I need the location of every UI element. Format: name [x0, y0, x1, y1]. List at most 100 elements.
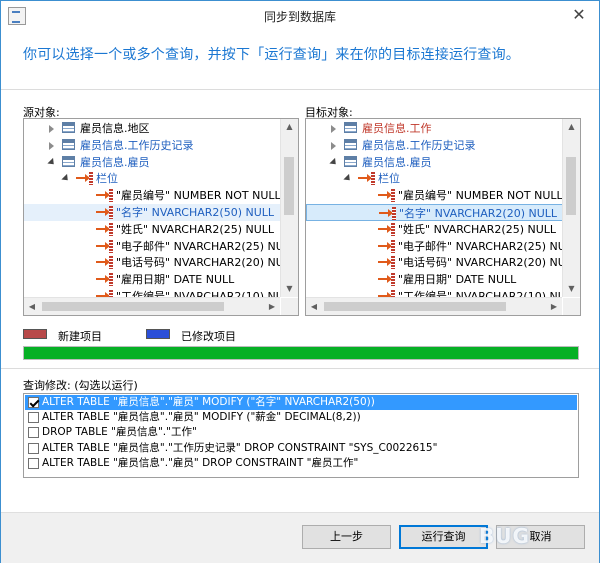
tree-row-label: 雇员信息.工作历史记录	[362, 138, 476, 152]
tree-row[interactable]: "雇员编号" NUMBER NOT NULL	[24, 187, 280, 204]
source-horizontal-scrollbar[interactable]: ◀ ▶	[24, 297, 280, 315]
tree-row-label: 雇员信息.工作历史记录	[80, 138, 194, 152]
column-icon	[378, 239, 396, 253]
query-checkbox[interactable]	[28, 427, 39, 439]
tree-row-label: "雇员编号" NUMBER NOT NULL	[116, 189, 280, 203]
run-query-button[interactable]: 运行查询	[399, 525, 488, 549]
tree-row[interactable]: 栏位	[306, 170, 562, 187]
query-text: ALTER TABLE "雇员信息"."雇员" MODIFY ("名字" NVA…	[42, 396, 375, 408]
tree-row-label: "名字" NVARCHAR2(20) NULL	[399, 207, 558, 220]
query-checkbox[interactable]	[28, 397, 39, 408]
query-text: DROP TABLE "雇员信息"."工作"	[42, 426, 197, 439]
tree-row[interactable]: "名字" NVARCHAR2(50) NULL	[24, 204, 280, 221]
scroll-thumb[interactable]	[324, 302, 506, 311]
scroll-left-icon[interactable]: ◀	[306, 298, 322, 315]
source-tree[interactable]: 雇员信息.地区雇员信息.工作历史记录 雇员信息.雇员栏位 "雇员编号" NUMBER…	[23, 118, 299, 316]
tree-row[interactable]: "姓氏" NVARCHAR2(25) NULL	[306, 221, 562, 238]
scroll-up-icon[interactable]: ▲	[281, 119, 298, 135]
modified-item-swatch	[146, 329, 170, 339]
query-checkbox[interactable]	[28, 457, 39, 469]
collapse-arrow-icon[interactable]	[344, 175, 352, 183]
expand-arrow-icon[interactable]	[48, 141, 56, 150]
scroll-down-icon[interactable]: ▼	[281, 281, 298, 297]
tree-row[interactable]: "名字" NVARCHAR2(20) NULL	[306, 204, 562, 221]
query-text: ALTER TABLE "雇员信息"."工作历史记录" DROP CONSTRA…	[42, 441, 438, 454]
tree-row[interactable]: "雇员编号" NUMBER NOT NULL	[306, 187, 562, 204]
scroll-thumb[interactable]	[42, 302, 224, 311]
close-icon[interactable]: ✕	[569, 5, 589, 25]
collapse-arrow-icon[interactable]	[330, 159, 338, 167]
tree-row-label: 雇员信息.雇员	[80, 155, 150, 169]
collapse-arrow-icon[interactable]	[48, 159, 56, 167]
target-tree[interactable]: 雇员信息.工作雇员信息.工作历史记录雇员信息.雇员 栏位 "雇员编号" NUMBER…	[305, 118, 581, 316]
tree-row-label: "雇员编号" NUMBER NOT NULL	[398, 189, 562, 203]
tree-row-label: "名字" NVARCHAR2(50) NULL	[116, 206, 275, 219]
new-item-label: 新建项目	[58, 330, 102, 343]
column-icon	[379, 207, 397, 220]
tree-row[interactable]: "工作编号" NVARCHAR2(10) NULL	[24, 288, 280, 297]
target-tree-rows: 雇员信息.工作雇员信息.工作历史记录雇员信息.雇员 栏位 "雇员编号" NUMBER…	[306, 119, 562, 297]
query-row[interactable]: DROP TABLE "雇员信息"."工作"	[25, 425, 577, 440]
tree-row[interactable]: "电话号码" NVARCHAR2(20) NULL	[24, 254, 280, 271]
tree-row[interactable]: 雇员信息.雇员	[24, 154, 280, 171]
tree-row[interactable]: 雇员信息.工作	[306, 120, 562, 137]
tree-row-label: 雇员信息.地区	[80, 122, 150, 135]
progress-fill	[24, 347, 578, 359]
query-row[interactable]: ALTER TABLE "雇员信息"."工作历史记录" DROP CONSTRA…	[25, 441, 577, 456]
expand-arrow-icon[interactable]	[48, 125, 56, 133]
query-checkbox[interactable]	[28, 442, 39, 454]
tree-row-label: 栏位	[96, 172, 118, 186]
tree-row[interactable]: "雇用日期" DATE NULL	[24, 271, 280, 288]
tree-row[interactable]: 雇员信息.地区	[24, 120, 280, 137]
tree-row-label: "雇用日期" DATE NULL	[398, 273, 517, 287]
scroll-thumb[interactable]	[566, 157, 576, 215]
scroll-right-icon[interactable]: ▶	[546, 298, 562, 315]
tree-row-label: "工作编号" NVARCHAR2(10) NULL	[398, 290, 562, 297]
column-icon	[378, 222, 396, 236]
query-row[interactable]: ALTER TABLE "雇员信息"."雇员" MODIFY ("薪金" DEC…	[25, 410, 577, 425]
collapse-arrow-icon[interactable]	[62, 175, 70, 183]
query-checkbox[interactable]	[28, 412, 39, 424]
queries-label: 查询修改: (勾选以运行)	[23, 379, 138, 392]
expand-arrow-icon[interactable]	[330, 125, 338, 133]
columns-folder-icon	[76, 172, 94, 186]
table-icon	[344, 122, 357, 133]
tree-row[interactable]: "电子邮件" NVARCHAR2(25) NULL	[24, 238, 280, 255]
target-horizontal-scrollbar[interactable]: ◀ ▶	[306, 297, 562, 315]
query-row[interactable]: ALTER TABLE "雇员信息"."雇员" MODIFY ("名字" NVA…	[25, 395, 577, 410]
title-bar: 同步到数据库 ✕	[1, 1, 599, 31]
new-item-swatch	[23, 329, 47, 339]
sync-dialog: 同步到数据库 ✕ 你可以选择一个或多个查询，并按下「运行查询」来在你的目标连接运…	[0, 0, 600, 563]
expand-arrow-icon[interactable]	[330, 141, 338, 150]
tree-row[interactable]: "电话号码" NVARCHAR2(20) NULL	[306, 254, 562, 271]
scroll-right-icon[interactable]: ▶	[264, 298, 280, 315]
column-icon	[378, 290, 396, 297]
tree-row-label: "姓氏" NVARCHAR2(25) NULL	[398, 222, 557, 236]
tree-row[interactable]: 雇员信息.工作历史记录	[306, 137, 562, 154]
scroll-left-icon[interactable]: ◀	[24, 298, 40, 315]
header-divider	[1, 89, 599, 90]
query-row[interactable]: ALTER TABLE "雇员信息"."雇员" DROP CONSTRAINT …	[25, 456, 577, 471]
column-icon	[96, 239, 114, 253]
instruction-text: 你可以选择一个或多个查询，并按下「运行查询」来在你的目标连接运行查询。	[23, 47, 520, 63]
source-vertical-scrollbar[interactable]: ▲ ▼	[280, 119, 298, 297]
scroll-corner	[563, 298, 580, 315]
tree-row[interactable]: "姓氏" NVARCHAR2(25) NULL	[24, 221, 280, 238]
column-icon	[96, 290, 114, 297]
target-vertical-scrollbar[interactable]: ▲ ▼	[562, 119, 580, 297]
query-list[interactable]: ALTER TABLE "雇员信息"."雇员" MODIFY ("名字" NVA…	[23, 393, 579, 478]
tree-row[interactable]: "雇用日期" DATE NULL	[306, 271, 562, 288]
tree-row-label: "工作编号" NVARCHAR2(10) NULL	[116, 290, 280, 297]
tree-row[interactable]: 雇员信息.工作历史记录	[24, 137, 280, 154]
tree-row[interactable]: 栏位	[24, 170, 280, 187]
scroll-thumb[interactable]	[284, 157, 294, 215]
scroll-down-icon[interactable]: ▼	[563, 281, 580, 297]
scroll-up-icon[interactable]: ▲	[563, 119, 580, 135]
tree-row[interactable]: 雇员信息.雇员	[306, 154, 562, 171]
back-button[interactable]: 上一步	[302, 525, 391, 549]
column-icon	[96, 222, 114, 236]
tree-row-label: 雇员信息.工作	[362, 122, 432, 135]
tree-row-label: "电话号码" NVARCHAR2(20) NULL	[398, 256, 562, 270]
tree-row[interactable]: "工作编号" NVARCHAR2(10) NULL	[306, 288, 562, 297]
tree-row[interactable]: "电子邮件" NVARCHAR2(25) NULL	[306, 238, 562, 255]
